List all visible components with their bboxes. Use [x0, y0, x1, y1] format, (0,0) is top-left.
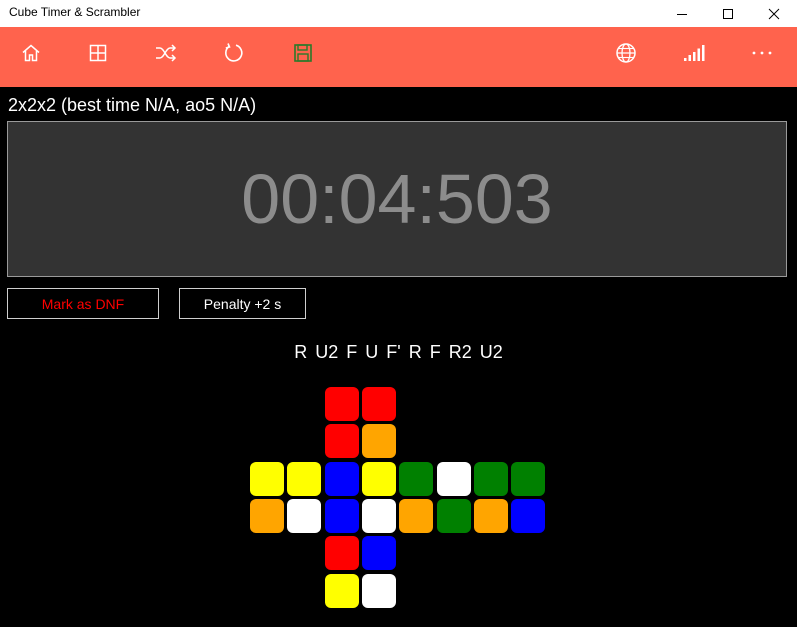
command-bar — [0, 27, 797, 87]
cube-sticker — [287, 462, 321, 496]
cube-sticker — [399, 462, 433, 496]
cube-sticker — [325, 424, 359, 458]
scramble-move: U2 — [315, 342, 339, 362]
scramble-move: F — [346, 342, 358, 362]
cube-sticker — [474, 499, 508, 533]
cube-sticker — [250, 499, 284, 533]
puzzle-grid-button[interactable] — [64, 27, 132, 79]
scramble-move: U2 — [479, 342, 503, 362]
scramble-move: R2 — [448, 342, 472, 362]
language-button[interactable] — [592, 27, 660, 79]
minimize-button[interactable] — [659, 0, 705, 27]
scramble-button[interactable] — [132, 27, 200, 79]
cube-sticker — [362, 462, 396, 496]
cube-sticker — [325, 536, 359, 570]
timer-panel[interactable]: 00:04:503 — [7, 121, 787, 277]
globe-icon — [616, 43, 636, 63]
timer-display: 00:04:503 — [241, 160, 553, 238]
cube-sticker — [437, 462, 471, 496]
puzzle-header: 2x2x2 (best time N/A, ao5 N/A) — [8, 95, 257, 115]
save-icon — [294, 44, 312, 62]
maximize-button[interactable] — [705, 0, 751, 27]
reset-button[interactable] — [200, 27, 268, 79]
scramble-sequence: R U2 F U F' R F R2 U2 — [0, 342, 797, 363]
cube-sticker — [325, 499, 359, 533]
scramble-move: U — [365, 342, 379, 362]
scramble-move: F' — [386, 342, 401, 362]
more-icon — [752, 51, 772, 55]
scramble-move: R — [408, 342, 422, 362]
scramble-move: R — [294, 342, 308, 362]
mark-dnf-button[interactable]: Mark as DNF — [7, 288, 159, 319]
cube-sticker — [362, 387, 396, 421]
home-button[interactable] — [0, 27, 65, 79]
close-button[interactable] — [751, 0, 797, 27]
close-icon — [768, 8, 780, 19]
signal-bars-icon — [684, 45, 705, 61]
title-bar: Cube Timer & Scrambler — [0, 0, 797, 27]
save-button[interactable] — [269, 27, 337, 79]
cube-sticker — [511, 462, 545, 496]
cube-sticker — [250, 462, 284, 496]
cube-sticker — [399, 499, 433, 533]
maximize-icon — [723, 8, 733, 19]
refresh-icon — [225, 43, 243, 62]
cube-sticker — [362, 424, 396, 458]
window-title: Cube Timer & Scrambler — [9, 5, 141, 19]
cube-sticker — [362, 536, 396, 570]
cube-sticker — [362, 574, 396, 608]
grid-icon — [89, 44, 107, 62]
cube-sticker — [511, 499, 545, 533]
minimize-icon — [677, 13, 687, 15]
more-button[interactable] — [728, 27, 796, 79]
shuffle-icon — [156, 44, 177, 62]
cube-sticker — [362, 499, 396, 533]
cube-sticker — [325, 574, 359, 608]
cube-sticker — [287, 499, 321, 533]
statistics-button[interactable] — [660, 27, 728, 79]
cube-sticker — [474, 462, 508, 496]
penalty-button[interactable]: Penalty +2 s — [179, 288, 306, 319]
cube-sticker — [437, 499, 471, 533]
home-icon — [22, 44, 40, 62]
scramble-move: F — [429, 342, 441, 362]
cube-sticker — [325, 462, 359, 496]
cube-sticker — [325, 387, 359, 421]
